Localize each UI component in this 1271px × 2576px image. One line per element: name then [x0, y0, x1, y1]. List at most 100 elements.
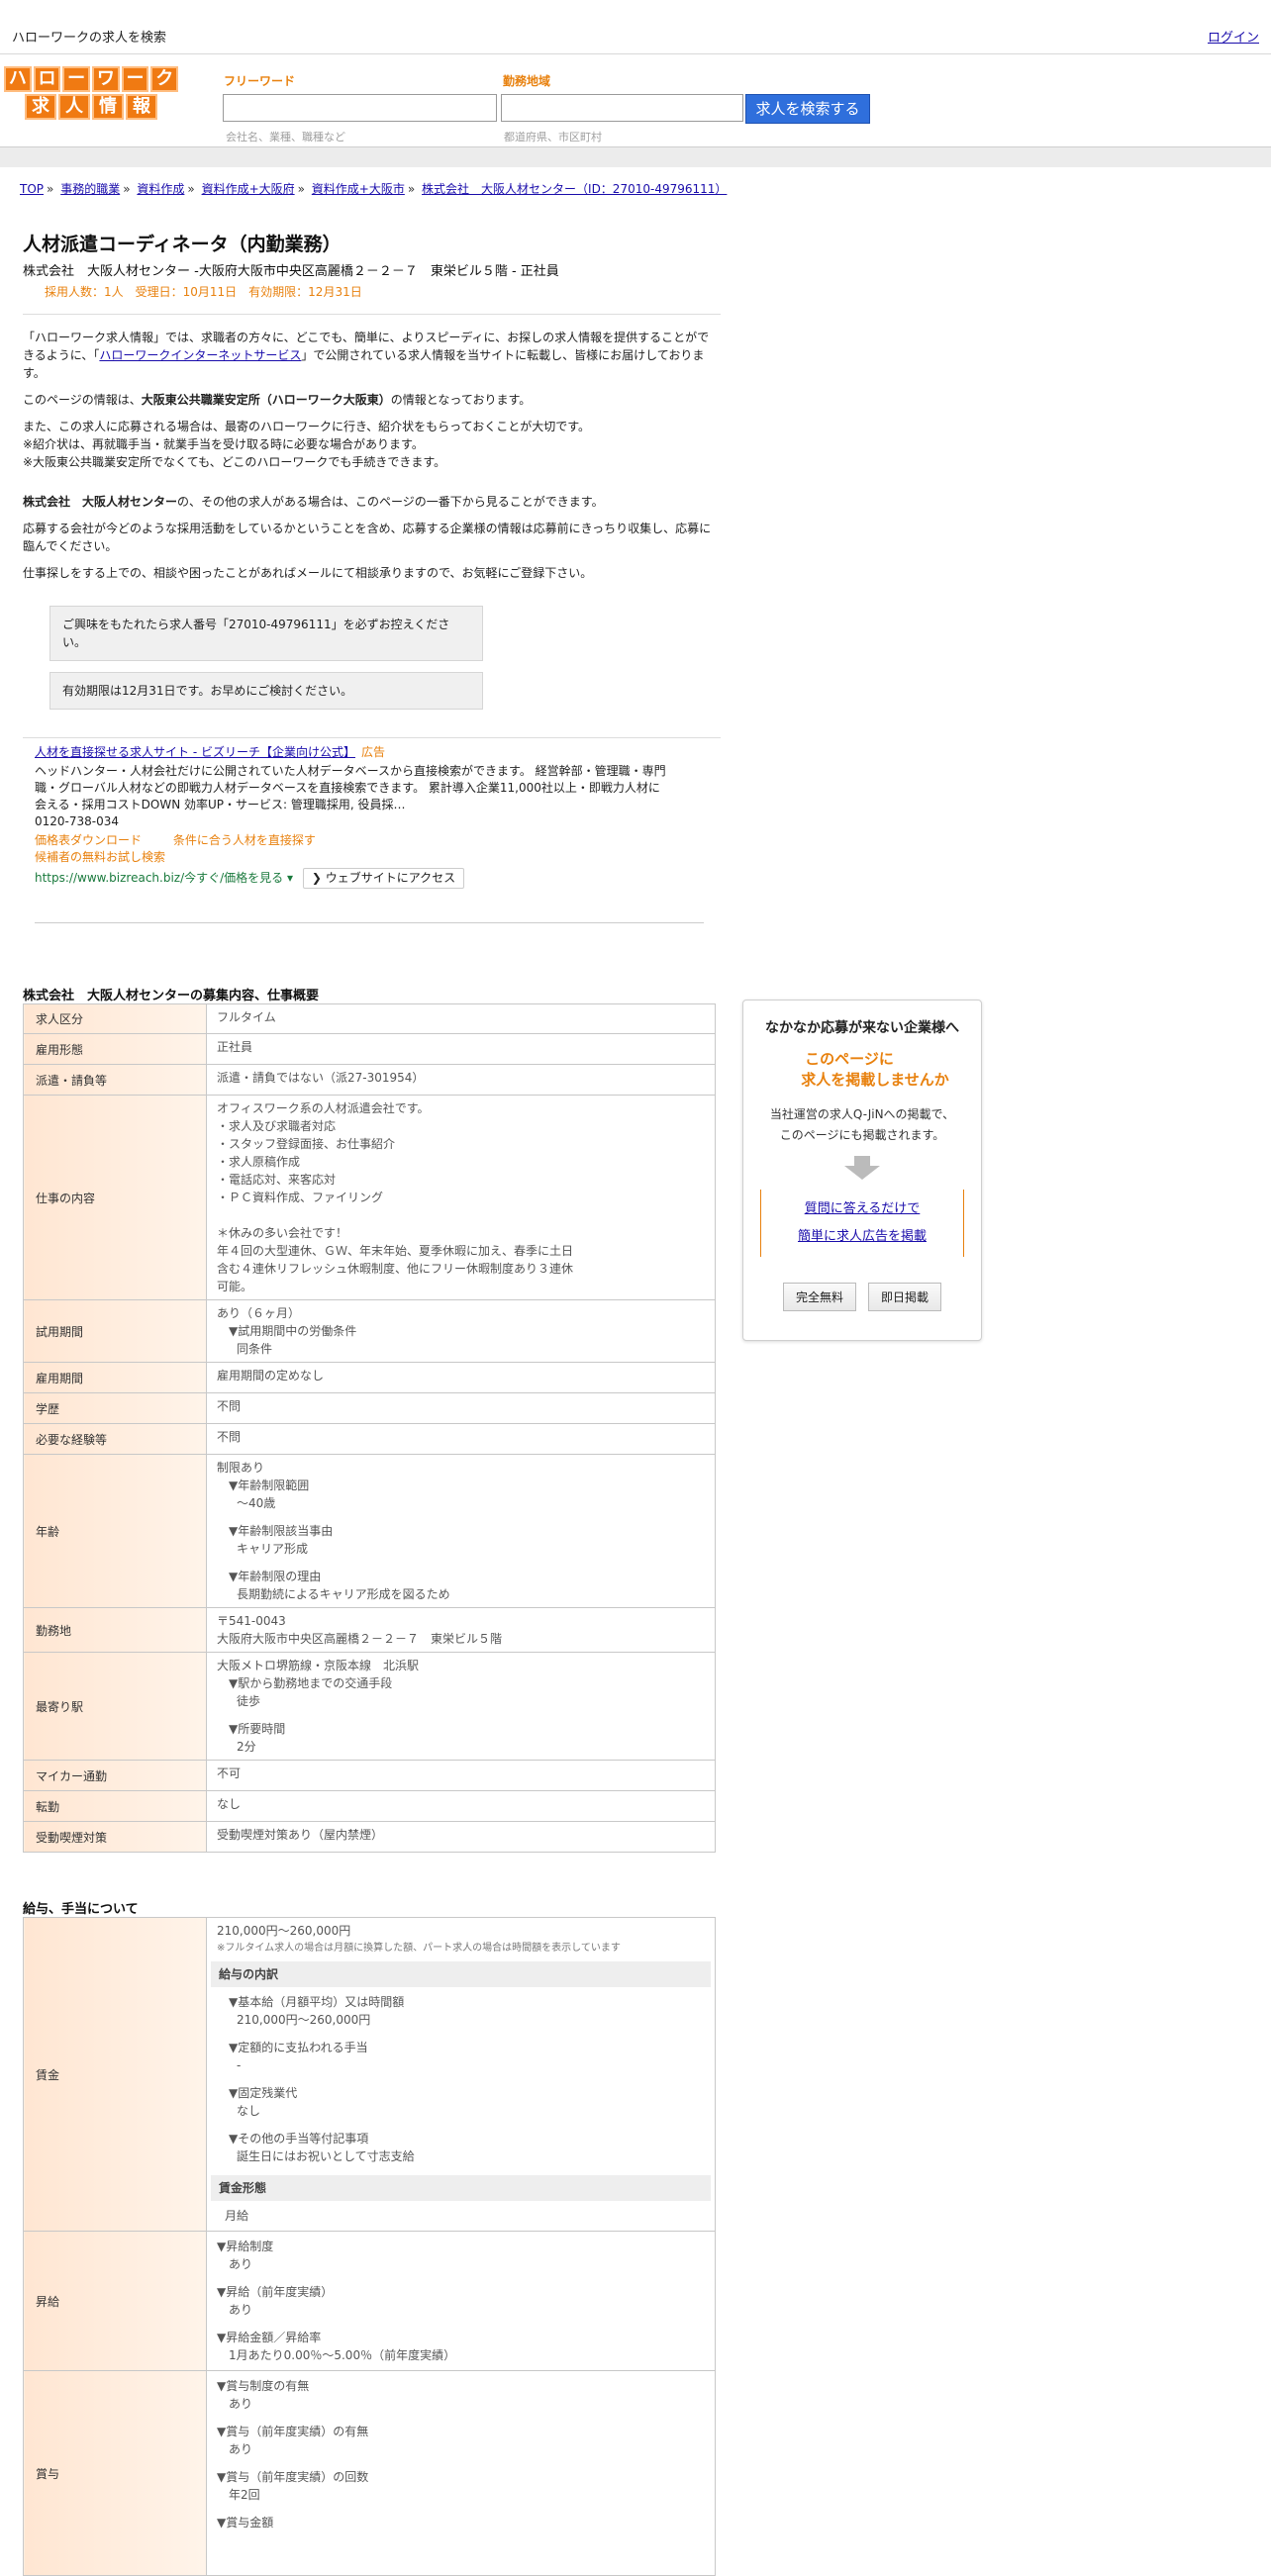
- job-details-table: 求人区分 フルタイム 雇用形態 正社員 派遣・請負等 派遣・請負ではない（派27…: [23, 1003, 716, 1853]
- area-label: 勤務地域: [503, 74, 551, 88]
- ad-description: ヘッドハンター・人材会社だけに公開されていた人材データベースから直接検索ができま…: [35, 764, 666, 811]
- row-value: ▼賞与制度の有無 あり ▼賞与（前年度実績）の有無 あり ▼賞与（前年度実績）の…: [206, 2370, 716, 2576]
- down-arrow-icon: [844, 1166, 880, 1180]
- breadcrumb-prefecture[interactable]: 資料作成+大阪府: [202, 182, 295, 196]
- row-value: あり（６ヶ月） ▼試用期間中の労働条件 同条件: [206, 1299, 716, 1363]
- logo-char: ハ: [4, 66, 32, 92]
- row-value: 大阪メトロ堺筋線・京阪本線 北浜駅 ▼駅から勤務地までの交通手段 徒歩 ▼所要時…: [206, 1652, 716, 1761]
- intro-paragraph: このページの情報は、大阪東公共職業安定所（ハローワーク大阪東）の情報となっており…: [23, 393, 532, 407]
- row-label: 仕事の内容: [23, 1095, 207, 1300]
- row-value: 不可: [206, 1760, 716, 1791]
- row-label: 派遣・請負等: [23, 1064, 207, 1096]
- breadcrumb: TOP» 事務的職業» 資料作成» 資料作成+大阪府» 資料作成+大阪市» 株式…: [20, 182, 728, 196]
- ad-title-link[interactable]: 人材を直接探せる求人サイト - ビズリーチ【企業向け公式】: [35, 745, 355, 759]
- sidebox-title: なかなか応募が来ない企業様へ: [765, 1020, 959, 1036]
- intro-paragraph: また、この求人に応募される場合は、最寄のハローワークに行き、紹介状をもらっておく…: [23, 420, 591, 469]
- table-row: 学歴 不問: [23, 1392, 716, 1424]
- logo-char: ロ: [33, 66, 61, 92]
- intro-text: 「ハローワーク求人情報」では、求職者の方々に、どこでも、簡単に、よりスピーディに…: [23, 329, 716, 582]
- row-value: 制限あり ▼年齢制限範囲 〜40歳 ▼年齢制限該当事由 キャリア形成 ▼年齢制限…: [206, 1454, 716, 1608]
- table-row: 必要な経験等 不問: [23, 1423, 716, 1455]
- row-label: 必要な経験等: [23, 1423, 207, 1455]
- row-value: なし: [206, 1790, 716, 1822]
- row-value: 派遣・請負ではない（派27-301954）: [206, 1064, 716, 1096]
- search-button[interactable]: 求人を検索する: [745, 94, 870, 124]
- table-row: 転勤 なし: [23, 1790, 716, 1822]
- notice-job-number: ご興味をもたれたら求人番号「27010-49796111」を必ずお控えください。: [49, 606, 483, 661]
- wage-form-heading: 賃金形態: [211, 2175, 711, 2201]
- logo-char: ー: [62, 66, 91, 92]
- login-link[interactable]: ログイン: [1208, 27, 1259, 46]
- section-heading-job-details: 株式会社 大阪人材センターの募集内容、仕事概要: [23, 989, 320, 1003]
- table-row: 昇給 ▼昇給制度 あり ▼昇給（前年度実績） あり ▼昇給金額／昇給率 1月あた…: [23, 2231, 716, 2371]
- table-row: 雇用形態 正社員: [23, 1033, 716, 1065]
- area-input[interactable]: [501, 94, 743, 122]
- sidebox-text: 当社運営の求人Q-JiNへの掲載で、 このページにも掲載されます。: [769, 1107, 955, 1142]
- notice-expiry: 有効期限は12月31日です。お早めにご検討ください。: [49, 672, 483, 710]
- table-row: 賃金 210,000円〜260,000円 ※フルタイム求人の場合は月額に換算した…: [23, 1917, 716, 2232]
- table-row: 賞与 ▼賞与制度の有無 あり ▼賞与（前年度実績）の有無 あり ▼賞与（前年度実…: [23, 2370, 716, 2576]
- ad-sitelink[interactable]: 候補者の無料お試し検索: [35, 849, 668, 866]
- breadcrumb-job-type[interactable]: 資料作成: [137, 182, 184, 196]
- intro-paragraph: 株式会社 大阪人材センターの、その他の求人がある場合は、このページの一番下から見…: [23, 495, 604, 509]
- hellowork-internet-link[interactable]: ハローワークインターネットサービス: [99, 348, 301, 362]
- table-row: 勤務地 〒541-0043 大阪府大阪市中央区高麗橋２－２－７ 東栄ビル５階: [23, 1607, 716, 1653]
- row-value: フルタイム: [206, 1003, 716, 1034]
- ad-tag: 広告: [360, 745, 385, 759]
- row-label: 年齢: [23, 1454, 207, 1608]
- breadcrumb-current[interactable]: 株式会社 大阪人材センター（ID：27010-49796111）: [422, 182, 727, 196]
- intro-paragraph: 応募する会社が今どのような採用活動をしているかということを含め、応募する企業様の…: [23, 522, 712, 553]
- breadcrumb-category[interactable]: 事務的職業: [60, 182, 120, 196]
- job-meta: 採用人数：1人 受理日：10月11日 有効期限：12月31日: [45, 285, 362, 299]
- sidebox-link-answer[interactable]: 質問に答えるだけで: [805, 1201, 921, 1216]
- salary-table: 賃金 210,000円〜260,000円 ※フルタイム求人の場合は月額に換算した…: [23, 1917, 716, 2576]
- row-label: 雇用期間: [23, 1362, 207, 1393]
- ad-url-dropdown-icon[interactable]: ▾: [283, 871, 293, 885]
- logo-char: 報: [126, 94, 157, 120]
- site-title: ハローワークの求人を検索: [12, 31, 167, 46]
- row-value: オフィスワーク系の人材派遣会社です。 ・求人及び求職者対応 ・スタッフ登録面接、…: [206, 1095, 716, 1300]
- breadcrumb-city[interactable]: 資料作成+大阪市: [312, 182, 405, 196]
- divider: [35, 922, 704, 923]
- row-value: 〒541-0043 大阪府大阪市中央区高麗橋２－２－７ 東栄ビル５階: [206, 1607, 716, 1653]
- row-label: 求人区分: [23, 1003, 207, 1034]
- sidebox-link-post[interactable]: 簡単に求人広告を掲載: [798, 1229, 927, 1244]
- row-value: 210,000円〜260,000円 ※フルタイム求人の場合は月額に換算した額、パ…: [206, 1917, 716, 2232]
- ad-visit-button[interactable]: ❯ ウェブサイトにアクセス: [302, 868, 465, 889]
- same-day-button[interactable]: 即日掲載: [868, 1283, 942, 1311]
- ad-sitelink[interactable]: 条件に合う人材を直接探す: [173, 833, 316, 847]
- sidebox-links: 質問に答えるだけで 簡単に求人広告を掲載: [760, 1190, 964, 1257]
- intro-paragraph: 「ハローワーク求人情報」では、求職者の方々に、どこでも、簡単に、よりスピーディに…: [23, 331, 710, 380]
- row-value: 不問: [206, 1392, 716, 1424]
- divider: [23, 737, 721, 738]
- row-label: マイカー通勤: [23, 1760, 207, 1791]
- free-button[interactable]: 完全無料: [782, 1283, 856, 1311]
- table-row: 年齢 制限あり ▼年齢制限範囲 〜40歳 ▼年齢制限該当事由 キャリア形成 ▼年…: [23, 1454, 716, 1608]
- breakdown-heading: 給与の内訳: [211, 1961, 711, 1987]
- breadcrumb-top[interactable]: TOP: [20, 182, 44, 196]
- row-label: 賃金: [23, 1917, 207, 2232]
- logo-char: ワ: [92, 66, 120, 92]
- down-arrow-icon: [854, 1156, 870, 1166]
- table-row: 雇用期間 雇用期間の定めなし: [23, 1362, 716, 1393]
- row-label: 試用期間: [23, 1299, 207, 1363]
- row-label: 転勤: [23, 1790, 207, 1822]
- table-row: 派遣・請負等 派遣・請負ではない（派27-301954）: [23, 1064, 716, 1096]
- chevron-right-icon: ❯: [311, 871, 322, 885]
- row-value: 受動喫煙対策あり（屋内禁煙）: [206, 1821, 716, 1853]
- row-value: 雇用期間の定めなし: [206, 1362, 716, 1393]
- row-label: 学歴: [23, 1392, 207, 1424]
- sidebox-buttons: 完全無料 即日掲載: [743, 1283, 981, 1311]
- job-main: 人材派遣コーディネータ（内勤業務） 株式会社 大阪人材センター -大阪府大阪市中…: [23, 230, 721, 710]
- ad-url[interactable]: https://www.bizreach.biz/今すぐ/価格を見る: [35, 871, 283, 885]
- company-line: 株式会社 大阪人材センター -大阪府大阪市中央区高麗橋２－２－７ 東栄ビル５階 …: [23, 264, 559, 279]
- top-bar: ハローワークの求人を検索 ログイン: [0, 0, 1271, 54]
- table-row: マイカー通勤 不可: [23, 1760, 716, 1791]
- ad-phone[interactable]: 0120-738-034: [35, 813, 668, 830]
- table-row: 求人区分 フルタイム: [23, 1003, 716, 1034]
- ad-sitelink[interactable]: 価格表ダウンロード: [35, 833, 142, 847]
- freeword-input[interactable]: [223, 94, 497, 122]
- hellowork-logo[interactable]: ハ ロ ー ワ ー ク 求 人 情 報: [4, 66, 179, 124]
- table-row: 試用期間 あり（６ヶ月） ▼試用期間中の労働条件 同条件: [23, 1299, 716, 1363]
- row-value: 正社員: [206, 1033, 716, 1065]
